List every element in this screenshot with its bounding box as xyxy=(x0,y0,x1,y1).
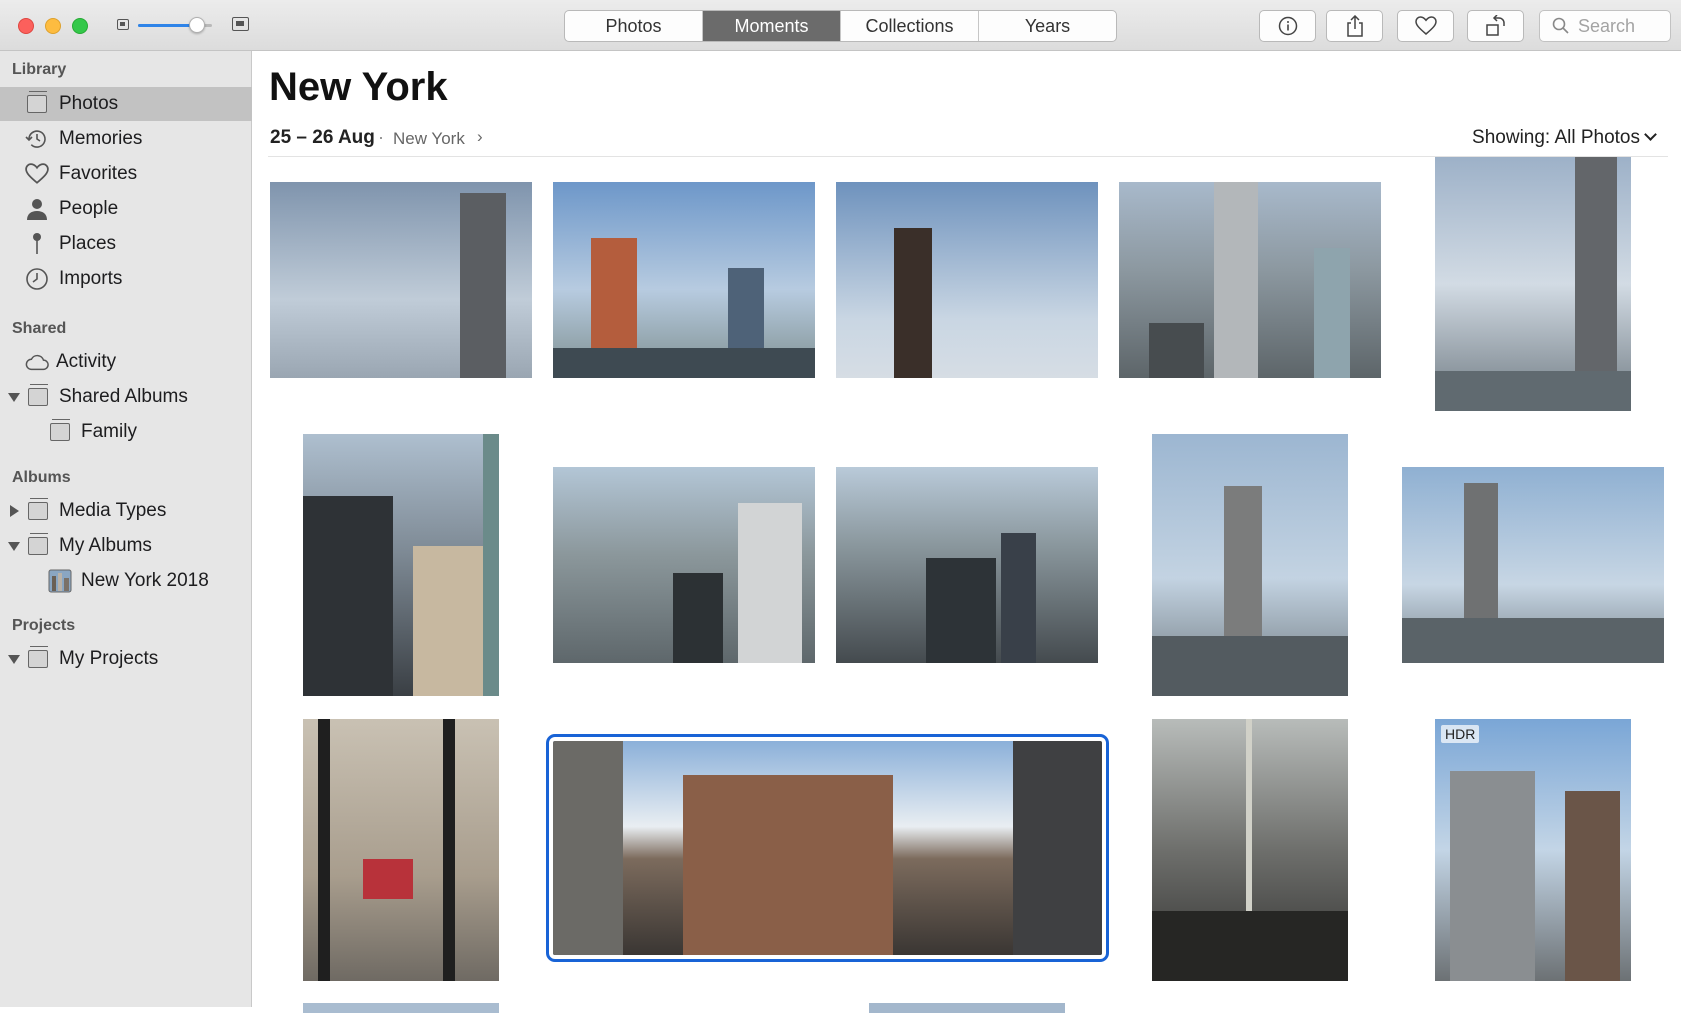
section-header-albums: Albums xyxy=(12,469,71,486)
sidebar-item-people[interactable]: People xyxy=(0,192,252,226)
tab-moments[interactable]: Moments xyxy=(703,11,841,41)
photo-thumbnail[interactable] xyxy=(1152,719,1348,981)
moments-view: New York 25 – 26 Aug · New York › Showin… xyxy=(252,51,1681,1013)
sidebar-item-label: Memories xyxy=(59,128,143,149)
photo-thumbnail[interactable] xyxy=(553,467,815,663)
sidebar-item-label: Imports xyxy=(59,268,123,289)
zoom-window-button[interactable] xyxy=(72,18,88,34)
rotate-icon xyxy=(1485,15,1505,36)
sidebar-item-media-types[interactable]: Media Types xyxy=(0,494,252,528)
sidebar-item-label: My Projects xyxy=(59,648,159,669)
album-stack-icon xyxy=(48,419,72,444)
search-field[interactable] xyxy=(1539,10,1671,42)
page-title: New York xyxy=(269,65,448,109)
memories-icon xyxy=(25,127,49,151)
showing-label: Showing: All Photos xyxy=(1472,127,1640,148)
sidebar-item-label: Family xyxy=(81,421,137,442)
toolbar: Photos Moments Collections Years xyxy=(0,0,1681,51)
sidebar-item-my-albums[interactable]: My Albums xyxy=(0,529,252,563)
photo-thumbnail[interactable] xyxy=(1119,182,1381,378)
sidebar-item-label: Shared Albums xyxy=(59,386,188,407)
album-stack-icon xyxy=(26,646,50,671)
minimize-window-button[interactable] xyxy=(45,18,61,34)
tab-collections[interactable]: Collections xyxy=(841,11,979,41)
photo-thumbnail[interactable] xyxy=(1152,434,1348,696)
thumbnail-size-slider[interactable] xyxy=(138,17,212,33)
sidebar-item-label: People xyxy=(59,198,119,219)
sidebar-item-places[interactable]: Places xyxy=(0,227,252,261)
sidebar-item-label: New York 2018 xyxy=(81,570,209,591)
date-range: 25 – 26 Aug xyxy=(270,127,375,148)
photos-icon xyxy=(25,91,49,116)
pin-icon xyxy=(25,232,49,256)
sidebar-item-photos[interactable]: Photos xyxy=(0,87,252,121)
hdr-badge: HDR xyxy=(1441,725,1480,743)
sidebar-item-favorites[interactable]: Favorites xyxy=(0,157,252,191)
zoom-out-icon xyxy=(117,19,129,30)
album-stack-icon xyxy=(26,498,50,523)
sidebar-item-label: Places xyxy=(59,233,117,254)
disclosure-triangle-icon[interactable] xyxy=(10,505,19,517)
photo-thumbnail[interactable] xyxy=(836,467,1098,663)
heart-icon xyxy=(1414,16,1437,35)
photo-thumbnail[interactable] xyxy=(303,1003,499,1013)
sidebar-item-label: Media Types xyxy=(59,500,167,521)
chevron-down-icon xyxy=(1644,128,1657,141)
sidebar: Library Photos Memories Favorites People… xyxy=(0,51,252,1007)
info-icon xyxy=(1278,16,1297,36)
photo-thumbnail[interactable]: HDR xyxy=(1435,719,1631,981)
section-header-shared: Shared xyxy=(12,320,67,337)
rotate-button[interactable] xyxy=(1467,10,1524,42)
photo-thumbnail[interactable] xyxy=(553,182,815,378)
sidebar-item-memories[interactable]: Memories xyxy=(0,122,252,156)
disclosure-triangle-icon[interactable] xyxy=(8,542,20,551)
sidebar-item-activity[interactable]: Activity xyxy=(0,345,252,379)
search-input[interactable] xyxy=(1576,14,1670,38)
photo-thumbnail[interactable] xyxy=(546,734,1109,962)
sidebar-item-label: Photos xyxy=(59,93,119,114)
section-header-projects: Projects xyxy=(12,617,76,634)
sidebar-item-label: Activity xyxy=(56,351,117,372)
view-segmented-control: Photos Moments Collections Years xyxy=(564,10,1117,42)
disclosure-triangle-icon[interactable] xyxy=(8,655,20,664)
photo-thumbnail[interactable] xyxy=(1435,157,1631,411)
showing-filter[interactable]: Showing: All Photos xyxy=(1472,127,1657,149)
tab-photos[interactable]: Photos xyxy=(565,11,703,41)
sidebar-item-shared-albums[interactable]: Shared Albums xyxy=(0,380,252,414)
photo-thumbnail[interactable] xyxy=(1402,467,1664,663)
photo-thumbnail[interactable] xyxy=(836,182,1098,378)
album-thumbnail-icon xyxy=(48,569,72,593)
chevron-right-icon[interactable]: › xyxy=(477,127,483,147)
share-icon xyxy=(1346,15,1363,37)
photo-thumbnail[interactable] xyxy=(270,182,532,378)
share-button[interactable] xyxy=(1326,10,1383,42)
sidebar-item-label: Favorites xyxy=(59,163,138,184)
sidebar-item-family[interactable]: Family xyxy=(0,415,252,449)
search-icon xyxy=(1552,17,1569,34)
cloud-icon xyxy=(25,350,49,374)
clock-icon xyxy=(25,267,49,291)
person-icon xyxy=(25,197,49,221)
heart-icon xyxy=(25,162,49,186)
album-stack-icon xyxy=(26,384,50,409)
section-header-library: Library xyxy=(12,61,67,78)
sidebar-item-imports[interactable]: Imports xyxy=(0,262,252,296)
photo-thumbnail[interactable] xyxy=(303,434,499,696)
sidebar-item-label: My Albums xyxy=(59,535,152,556)
slider-knob[interactable] xyxy=(189,17,206,33)
zoom-in-icon xyxy=(232,17,249,31)
tab-years[interactable]: Years xyxy=(979,11,1116,41)
location-link[interactable]: New York xyxy=(393,129,465,149)
album-stack-icon xyxy=(26,533,50,558)
sidebar-item-my-projects[interactable]: My Projects xyxy=(0,642,252,676)
sidebar-item-new-york-2018[interactable]: New York 2018 xyxy=(0,564,252,598)
photo-thumbnail[interactable] xyxy=(303,719,499,981)
info-button[interactable] xyxy=(1259,10,1316,42)
separator: · xyxy=(378,127,384,147)
favorite-button[interactable] xyxy=(1397,10,1454,42)
photo-thumbnail[interactable] xyxy=(869,1003,1065,1013)
close-window-button[interactable] xyxy=(18,18,34,34)
disclosure-triangle-icon[interactable] xyxy=(8,393,20,402)
